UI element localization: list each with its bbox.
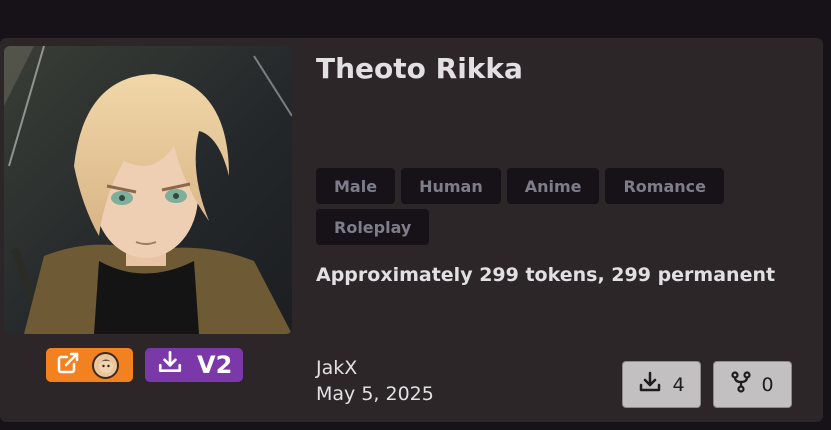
downloads-count-button[interactable]: 4 xyxy=(622,361,701,408)
fork-icon xyxy=(731,371,752,398)
tag-list: Male Human Anime Romance Roleplay xyxy=(316,168,736,245)
open-external-button[interactable] xyxy=(46,348,133,382)
download-icon xyxy=(157,349,183,381)
external-link-icon xyxy=(56,351,80,379)
creator-avatar xyxy=(92,351,119,379)
forks-count: 0 xyxy=(761,373,774,396)
character-card: Theoto Rikka Male Human Anime Romance Ro… xyxy=(0,38,823,422)
character-name: Theoto Rikka xyxy=(316,52,523,85)
publish-date: May 5, 2025 xyxy=(316,383,434,405)
tag-roleplay[interactable]: Roleplay xyxy=(316,209,430,245)
character-portrait[interactable] xyxy=(4,46,292,334)
download-v2-button[interactable]: V2 xyxy=(145,348,243,382)
tag-romance[interactable]: Romance xyxy=(605,168,724,204)
download-icon xyxy=(638,370,662,399)
token-count: Approximately 299 tokens, 299 permanent xyxy=(316,264,776,286)
tag-male[interactable]: Male xyxy=(316,168,396,204)
tag-human[interactable]: Human xyxy=(401,168,501,204)
download-format-label: V2 xyxy=(197,351,233,379)
tag-anime[interactable]: Anime xyxy=(506,168,600,204)
downloads-count: 4 xyxy=(672,373,685,396)
author-name[interactable]: JakX xyxy=(316,357,357,379)
forks-count-button[interactable]: 0 xyxy=(713,361,792,408)
